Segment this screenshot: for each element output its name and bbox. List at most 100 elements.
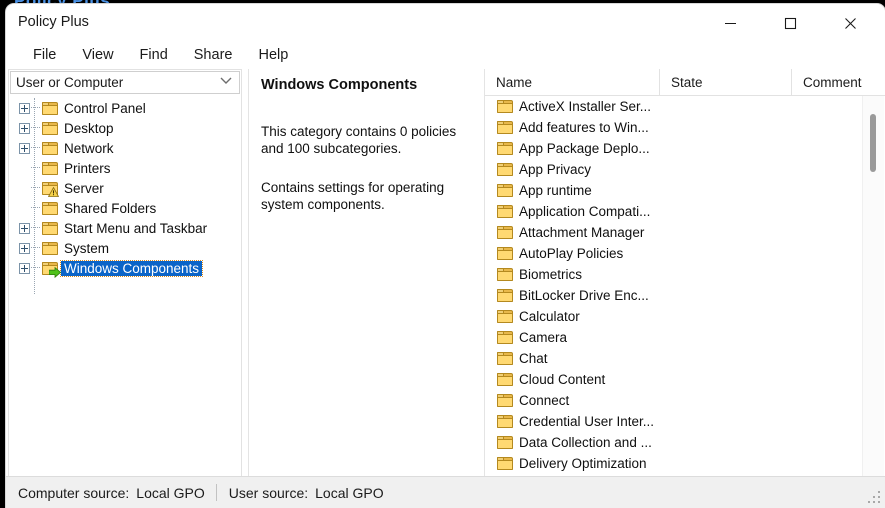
expand-plus-icon[interactable] — [19, 222, 30, 234]
policy-plus-window: Policy Plus File View Find Share Help Us… — [6, 4, 885, 508]
expand-plus-icon[interactable] — [19, 262, 30, 274]
list-row-name: Application Compati... — [519, 204, 651, 219]
list-row[interactable]: App Package Deplo... — [485, 138, 863, 159]
list-row[interactable]: Data Collection and ... — [485, 432, 863, 453]
list-row-name: Credential User Inter... — [519, 414, 655, 429]
expand-plus-icon[interactable] — [19, 242, 30, 254]
status-computer-source-label: Computer source: — [18, 484, 130, 501]
tree-branch-line — [31, 207, 40, 209]
list-row-name: Connect — [519, 393, 570, 408]
list-row[interactable]: Camera — [485, 327, 863, 348]
list-row[interactable]: Delivery Optimization — [485, 453, 863, 474]
list-row[interactable]: Calculator — [485, 306, 863, 327]
list-row-name: BitLocker Drive Enc... — [519, 288, 649, 303]
list-row-name: Biometrics — [519, 267, 583, 282]
folder-icon — [497, 268, 513, 281]
tree-item[interactable]: Start Menu and Taskbar — [9, 218, 241, 238]
detail-title: Windows Components — [261, 77, 418, 93]
list-row[interactable]: App runtime — [485, 180, 863, 201]
menu-item-share[interactable]: Share — [181, 45, 246, 66]
folder-icon — [497, 415, 513, 428]
status-computer-source-value: Local GPO — [136, 484, 205, 501]
column-header-comment[interactable]: Comment — [792, 69, 885, 95]
tree-item-label: Server — [64, 180, 104, 196]
status-user-source-value: Local GPO — [315, 484, 384, 501]
tree-item[interactable]: Shared Folders — [9, 198, 241, 218]
tree-item[interactable]: Server — [9, 178, 241, 198]
folder-icon — [497, 226, 513, 239]
folder-icon — [497, 436, 513, 449]
scope-combobox[interactable]: User or Computer — [10, 71, 240, 94]
tree-item[interactable]: Network — [9, 138, 241, 158]
folder-arrow-icon — [42, 261, 61, 278]
maximize-icon — [784, 17, 796, 29]
status-computer-source: Computer source: Local GPO — [6, 485, 216, 501]
list-row-name: ActiveX Installer Ser... — [519, 99, 652, 114]
list-scrollbar[interactable] — [862, 96, 884, 477]
tree-item-label: Control Panel — [64, 100, 146, 116]
list-row-name: AutoPlay Policies — [519, 246, 624, 261]
column-header-state[interactable]: State — [660, 69, 792, 95]
list-pane: Name State Comment ActiveX Installer Ser… — [484, 69, 885, 477]
folder-icon — [497, 289, 513, 302]
list-row[interactable]: Cloud Content — [485, 369, 863, 390]
minimize-button[interactable] — [707, 4, 753, 42]
tree-item[interactable]: Windows Components — [9, 258, 241, 278]
tree-branch-line — [31, 247, 40, 249]
tree-item-label: Printers — [64, 160, 111, 176]
list-row[interactable]: ActiveX Installer Ser... — [485, 96, 863, 117]
folder-icon — [497, 100, 513, 113]
chevron-down-icon — [220, 77, 232, 84]
list-header: Name State Comment — [485, 69, 885, 96]
list-row[interactable]: Credential User Inter... — [485, 411, 863, 432]
tree-item[interactable]: System — [9, 238, 241, 258]
tree-branch-line — [31, 167, 40, 169]
folder-icon — [497, 247, 513, 260]
tree-branch-line — [31, 187, 40, 189]
folder-icon — [497, 394, 513, 407]
tree-item[interactable]: Printers — [9, 158, 241, 178]
list-row[interactable]: Chat — [485, 348, 863, 369]
list-row-name: Calculator — [519, 309, 580, 324]
menu-item-find[interactable]: Find — [127, 45, 181, 66]
list-body[interactable]: ActiveX Installer Ser... Add features to … — [485, 96, 863, 477]
detail-description: Contains settings for operating system c… — [261, 180, 445, 212]
expand-plus-icon[interactable] — [19, 142, 30, 154]
list-row[interactable]: Biometrics — [485, 264, 863, 285]
list-row[interactable]: Attachment Manager — [485, 222, 863, 243]
list-row[interactable]: Add features to Win... — [485, 117, 863, 138]
tree-item[interactable]: Control Panel — [9, 98, 241, 118]
list-scrollbar-thumb[interactable] — [870, 114, 876, 172]
column-header-name[interactable]: Name — [485, 69, 660, 95]
green-arrow-overlay-icon — [49, 266, 61, 278]
policy-tree[interactable]: Control Panel Desktop Network Printers Serve… — [9, 96, 241, 476]
folder-icon — [497, 352, 513, 365]
expand-plus-icon[interactable] — [19, 122, 30, 134]
folder-icon — [42, 161, 58, 175]
folder-icon — [497, 184, 513, 197]
maximize-button[interactable] — [767, 4, 813, 42]
status-user-source-label: User source: — [228, 484, 309, 501]
list-row[interactable]: Connect — [485, 390, 863, 411]
list-row[interactable]: App Privacy — [485, 159, 863, 180]
tree-item[interactable]: Desktop — [9, 118, 241, 138]
menu-item-view[interactable]: View — [69, 45, 126, 66]
menu-item-help[interactable]: Help — [245, 45, 301, 66]
menu-bar: File View Find Share Help — [6, 42, 885, 69]
status-user-source: User source: Local GPO — [217, 485, 395, 501]
list-row-name: App Package Deplo... — [519, 141, 650, 156]
menu-item-file[interactable]: File — [20, 45, 69, 66]
tree-branch-line — [31, 107, 40, 109]
tree-branch-line — [31, 127, 40, 129]
main-content: User or Computer Control Panel Desktop Net… — [6, 69, 885, 477]
list-row[interactable]: AutoPlay Policies — [485, 243, 863, 264]
list-row[interactable]: BitLocker Drive Enc... — [485, 285, 863, 306]
folder-icon — [497, 205, 513, 218]
resize-grip[interactable] — [868, 491, 881, 504]
list-row[interactable]: Application Compati... — [485, 201, 863, 222]
close-button[interactable] — [827, 4, 873, 42]
folder-icon — [42, 201, 58, 215]
expand-plus-icon[interactable] — [19, 102, 30, 114]
tree-item-label: Network — [64, 140, 114, 156]
folder-icon — [497, 310, 513, 323]
